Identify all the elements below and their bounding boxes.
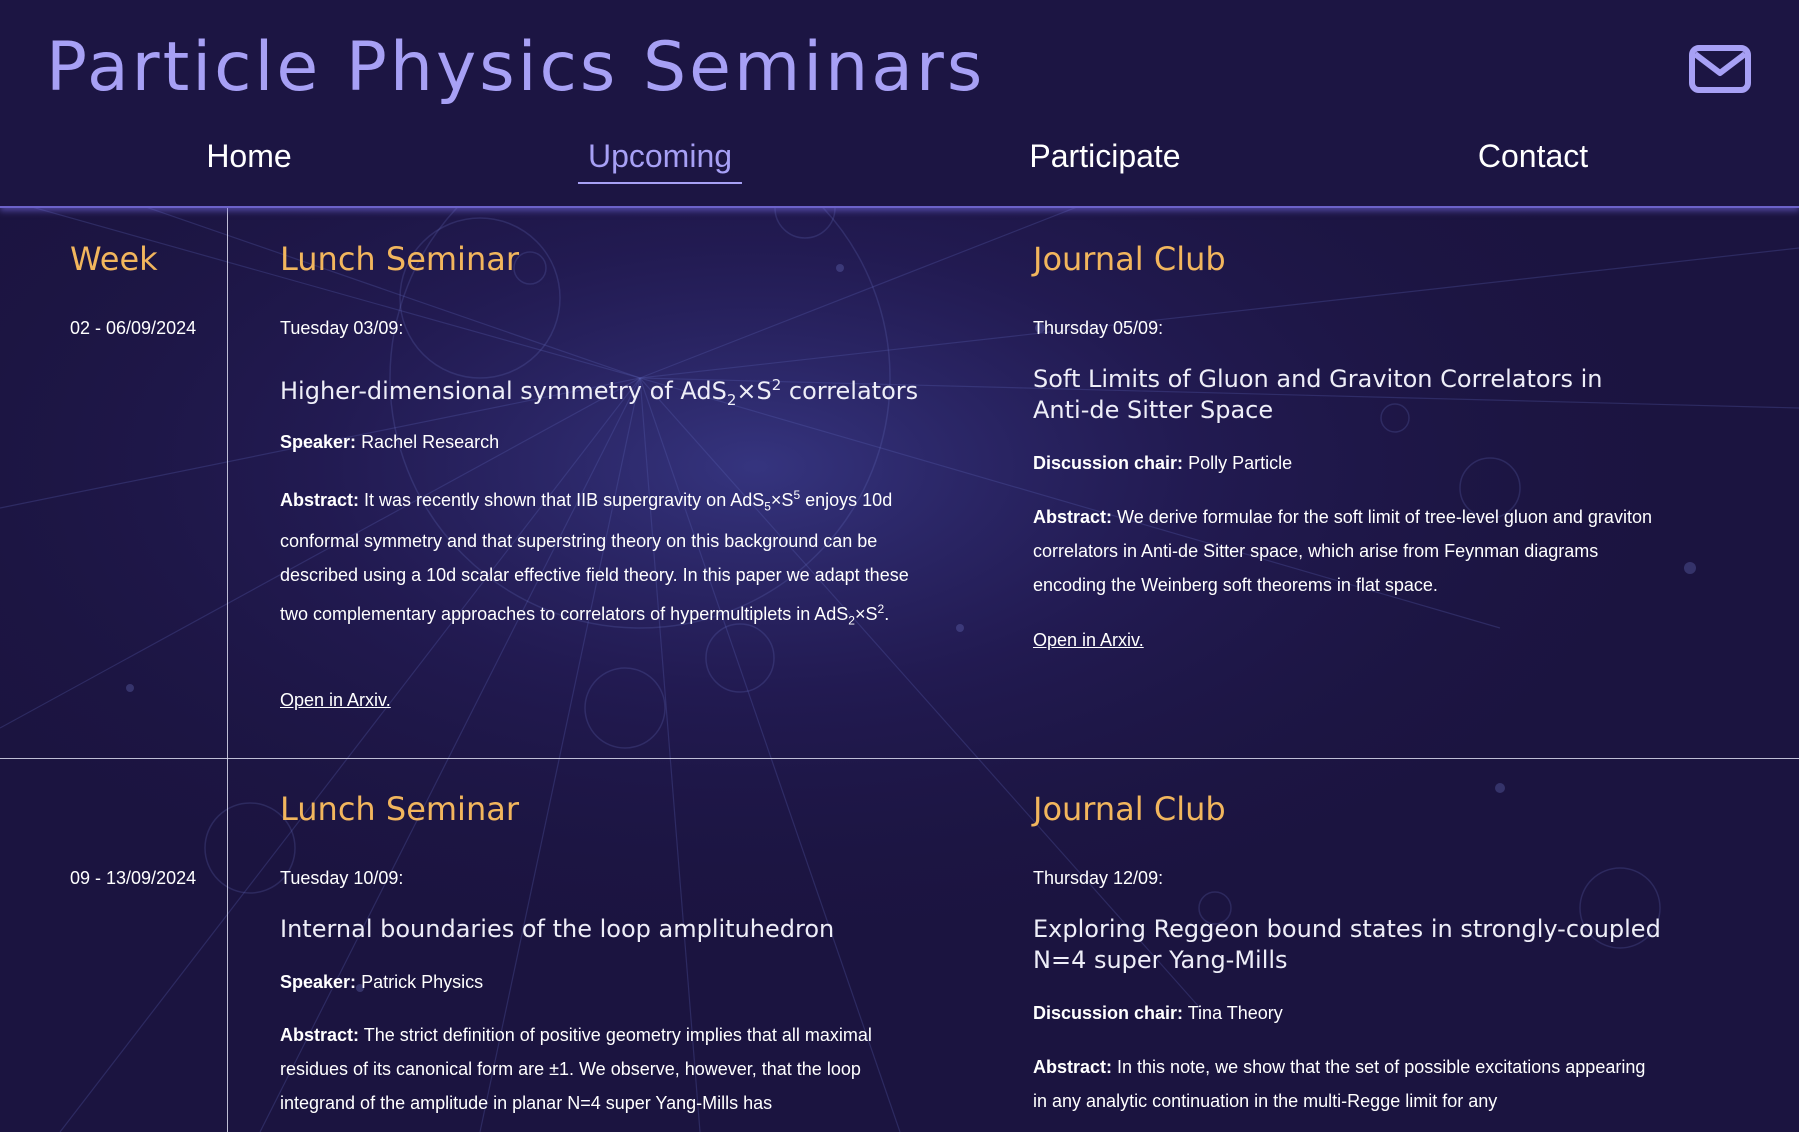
nav-home[interactable]: Home [206, 136, 291, 176]
seminar-date: Tuesday 03/09: [280, 318, 404, 338]
arxiv-link[interactable]: Open in Arxiv. [280, 690, 391, 711]
speaker-line: Speaker: Patrick Physics [280, 972, 484, 992]
arxiv-link[interactable]: Open in Arxiv. [1033, 630, 1144, 651]
talk-title: Higher-dimensional symmetry of AdS2×S2 c… [280, 376, 919, 409]
speaker-line: Speaker: Rachel Research [280, 432, 500, 452]
nav-upcoming[interactable]: Upcoming [577, 136, 743, 184]
seminar-date: Thursday 12/09: [1033, 868, 1164, 888]
week-column-divider [227, 208, 228, 1132]
lunch-seminar-heading: Lunch Seminar [280, 240, 519, 278]
site-header: Particle Physics Seminars Home Upcoming … [0, 0, 1799, 208]
discussion-chair-line: Discussion chair: Polly Particle [1033, 453, 1293, 473]
site-title: Particle Physics Seminars [46, 28, 986, 107]
seminar-date: Thursday 05/09: [1033, 318, 1164, 338]
talk-title: Internal boundaries of the loop amplituh… [280, 915, 835, 943]
abstract: Abstract: It was recently shown that IIB… [280, 488, 909, 628]
week-range: 02 - 06/09/2024 [70, 318, 197, 338]
nav-contact[interactable]: Contact [1478, 136, 1588, 176]
journal-club-heading: Journal Club [1033, 790, 1226, 828]
journal-club-heading: Journal Club [1033, 240, 1226, 278]
seminar-date: Tuesday 10/09: [280, 868, 404, 888]
week-row-divider [0, 758, 1799, 759]
lunch-seminar-heading: Lunch Seminar [280, 790, 519, 828]
talk-title: Soft Limits of Gluon and Graviton Correl… [1033, 365, 1603, 424]
abstract: Abstract: The strict definition of posit… [280, 1025, 872, 1113]
abstract: Abstract: We derive formulae for the sof… [1033, 507, 1652, 595]
nav-participate[interactable]: Participate [1029, 136, 1180, 176]
particle-collision-background [0, 208, 1799, 1132]
week-heading: Week [70, 240, 158, 278]
discussion-chair-line: Discussion chair: Tina Theory [1033, 1003, 1283, 1023]
abstract: Abstract: In this note, we show that the… [1033, 1057, 1646, 1111]
talk-title: Exploring Reggeon bound states in strong… [1033, 915, 1661, 974]
envelope-icon[interactable] [1689, 45, 1751, 93]
week-range: 09 - 13/09/2024 [70, 868, 197, 888]
